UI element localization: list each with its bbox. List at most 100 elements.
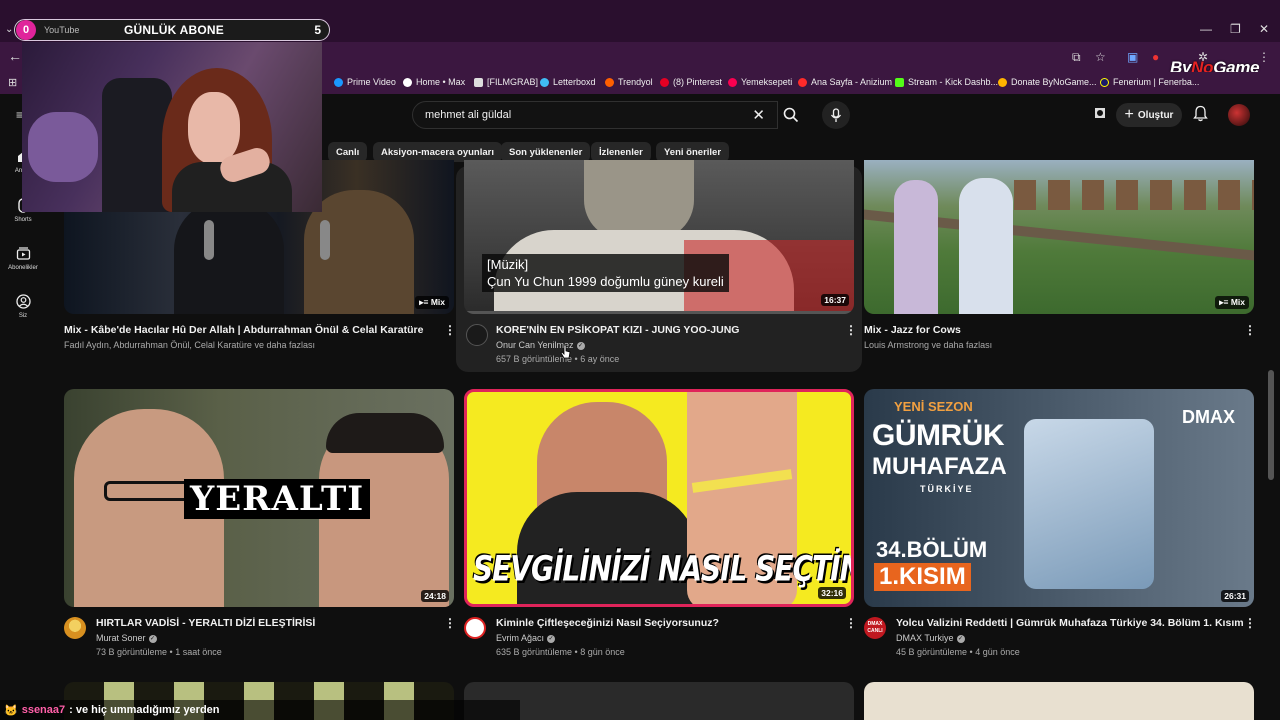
account-avatar[interactable]	[1228, 104, 1250, 126]
video-title-link[interactable]: Kiminle Çiftleşeceğinizi Nasıl Seçiyorsu…	[496, 617, 719, 629]
thumbnail-figure	[894, 180, 938, 314]
browser-tab[interactable]: 0 YouTube GÜNLÜK ABONE 5	[14, 19, 330, 41]
video-duration: 24:18	[421, 590, 449, 602]
search-input[interactable]: mehmet ali güldal ✕	[412, 101, 778, 129]
more-actions-icon[interactable]: ⋮	[444, 616, 456, 630]
thumbnail-hair-right	[326, 413, 444, 453]
tab-search-chevron-icon[interactable]: ⌄	[5, 24, 13, 35]
video-thumbnail[interactable]: YERALTI 24:18	[64, 389, 454, 607]
video-title-link[interactable]: HIRTLAR VADİSİ - YERALTI DİZİ ELEŞTİRİSİ	[96, 617, 315, 629]
bookmark-item[interactable]: Stream - Kick Dashb...	[895, 77, 998, 87]
more-actions-icon[interactable]: ⋮	[1244, 616, 1256, 630]
video-title-link[interactable]: Mix - Kâbe'de Hacılar Hû Der Allah | Abd…	[64, 324, 423, 336]
page-scrollbar[interactable]	[1268, 370, 1274, 480]
video-thumbnail[interactable]	[864, 682, 1254, 720]
close-window-icon[interactable]: ✕	[1259, 22, 1269, 36]
bookmark-item[interactable]: Prime Video	[334, 77, 396, 87]
verified-icon: ✓	[956, 634, 965, 643]
chip-watched[interactable]: İzlenenler	[591, 142, 651, 162]
thumbnail-dmax-logo: DMAX	[1182, 407, 1235, 427]
channel-name[interactable]: DMAX Turkiye ✓	[896, 633, 965, 643]
video-stats: 635 B görüntüleme • 8 gün önce	[496, 647, 625, 657]
voice-search-button[interactable]	[822, 101, 850, 129]
tab-count: 5	[314, 23, 321, 37]
video-thumbnail[interactable]: SEVGİLİNİZİ NASIL SEÇTİNİZ? 32:16	[464, 389, 854, 607]
bookmark-item[interactable]: Ana Sayfa - Anizium	[798, 77, 892, 87]
thumbnail-part: 1.KISIM	[874, 563, 971, 591]
bookmark-item[interactable]: Fenerium | Fenerba...	[1100, 77, 1199, 87]
video-title-link[interactable]: Yolcu Valizini Reddetti | Gümrük Muhafaz…	[896, 617, 1244, 629]
video-thumbnail[interactable]: ▸≡ Mix	[864, 160, 1254, 314]
search-query-text[interactable]: mehmet ali güldal	[425, 109, 752, 121]
video-thumbnail[interactable]: YENİ SEZON GÜMRÜK MUHAFAZA TÜRKİYE 34.BÖ…	[864, 389, 1254, 607]
thumbnail-microphone	[204, 220, 214, 260]
video-title-link[interactable]: Mix - Jazz for Cows	[864, 324, 961, 336]
video-channels[interactable]: Fadıl Aydın, Abdurrahman Önül, Celal Kar…	[64, 340, 315, 350]
webcam-streamer-face	[188, 92, 240, 164]
bookmark-star-icon[interactable]: ☆	[1095, 50, 1106, 64]
thumbnail-progress-track	[464, 311, 854, 314]
mix-badge: ▸≡ Mix	[1215, 296, 1249, 309]
thumbnail-show-title: GÜMRÜK	[872, 419, 1005, 452]
translate-extension-icon[interactable]: ▣	[1127, 50, 1138, 64]
bookmark-item[interactable]: Donate ByNoGame...	[998, 77, 1097, 87]
bookmark-favicon	[334, 77, 343, 87]
browser-menu-icon[interactable]: ⋮	[1258, 50, 1270, 64]
bookmark-item[interactable]: (8) Pinterest	[660, 77, 722, 87]
thumbnail-masked-face	[584, 160, 694, 240]
notifications-bell-icon[interactable]	[1193, 105, 1208, 122]
bookmark-favicon	[798, 77, 807, 87]
bookmark-item[interactable]: Home • Max	[403, 77, 465, 87]
more-actions-icon[interactable]: ⋮	[845, 323, 857, 337]
channel-name[interactable]: Evrim Ağacı ✓	[496, 633, 556, 643]
mouse-cursor-icon	[560, 344, 571, 359]
bookmark-item[interactable]: Letterboxd	[540, 77, 596, 87]
more-actions-icon[interactable]: ⋮	[444, 323, 456, 337]
video-stats: 657 B görüntüleme • 6 ay önce	[496, 354, 620, 364]
install-app-icon[interactable]: ⧉	[1072, 50, 1081, 65]
maximize-icon[interactable]: ❐	[1230, 22, 1241, 36]
clear-search-icon[interactable]: ✕	[752, 106, 765, 124]
bookmark-favicon	[403, 77, 412, 87]
channel-name[interactable]: Murat Soner ✓	[96, 633, 157, 643]
apps-grid-icon[interactable]: ⊞	[8, 76, 17, 89]
thumbnail-figure	[174, 200, 284, 314]
verified-icon: ✓	[576, 341, 585, 350]
thumbnail-microphone	[320, 220, 330, 260]
video-thumbnail[interactable]: [Müzik] Çun Yu Chun 1999 doğumlu güney k…	[464, 160, 854, 314]
search-button[interactable]	[776, 101, 806, 129]
back-arrow-icon[interactable]: ←	[8, 48, 22, 64]
bookmark-favicon	[474, 77, 483, 87]
channel-avatar[interactable]	[64, 617, 86, 639]
video-channels[interactable]: Louis Armstrong ve daha fazlası	[864, 340, 992, 350]
extension-icon[interactable]: ●	[1152, 50, 1159, 64]
guide-item-subscriptions[interactable]: Abonelikler	[0, 246, 46, 271]
tab-site-label: YouTube	[44, 25, 80, 35]
video-thumbnail[interactable]	[464, 682, 854, 720]
video-stats: 73 B görüntüleme • 1 saat önce	[96, 647, 222, 657]
more-actions-icon[interactable]: ⋮	[845, 616, 857, 630]
guide-item-you[interactable]: Siz	[0, 294, 46, 319]
more-actions-icon[interactable]: ⋮	[1244, 323, 1256, 337]
bookmark-favicon	[1100, 77, 1109, 87]
verified-icon: ✓	[148, 634, 157, 643]
chip-recently-uploaded[interactable]: Son yüklenenler	[501, 142, 591, 162]
video-title-link[interactable]: KORE'NİN EN PSİKOPAT KIZI - JUNG YOO-JUN…	[496, 324, 739, 336]
thumbnail-headline: SEVGİLİNİZİ NASIL SEÇTİNİZ?	[473, 547, 851, 590]
channel-avatar[interactable]: DMAX CANLI	[864, 617, 886, 639]
channel-avatar[interactable]	[464, 617, 486, 639]
minimize-icon[interactable]: —	[1200, 22, 1212, 36]
chip-new-to-you[interactable]: Yeni öneriler	[656, 142, 730, 162]
studio-extension-icon[interactable]	[1092, 105, 1108, 121]
create-button[interactable]: + Oluştur	[1116, 103, 1182, 127]
bookmark-item[interactable]: [FILMGRAB]	[474, 77, 538, 87]
chip-live[interactable]: Canlı	[328, 142, 368, 162]
verified-icon: ✓	[547, 634, 556, 643]
bookmark-item[interactable]: Yemeksepeti	[728, 77, 792, 87]
thumbnail-figure	[959, 178, 1013, 314]
thumbnail-suitcase	[1024, 419, 1154, 589]
chip-action-adventure[interactable]: Aksiyon-macera oyunları	[373, 142, 502, 162]
bookmark-item[interactable]: Trendyol	[605, 77, 653, 87]
channel-avatar[interactable]	[466, 324, 488, 346]
chat-username: ssenaa7	[21, 704, 66, 716]
